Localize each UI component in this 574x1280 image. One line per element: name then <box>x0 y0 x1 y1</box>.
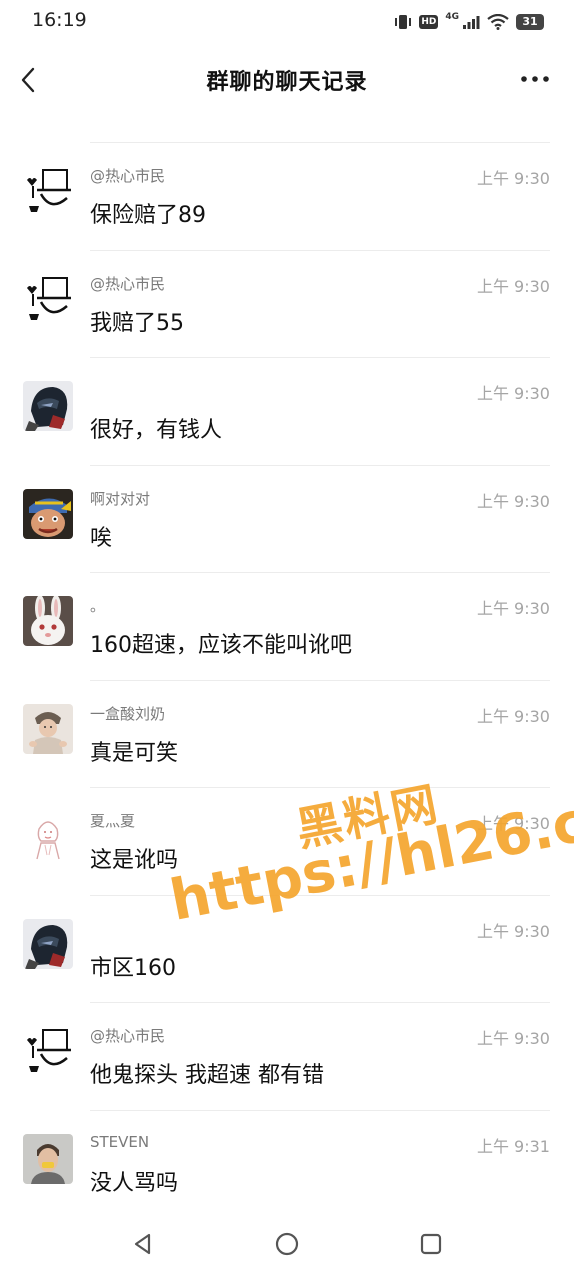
signal-icon <box>463 16 480 29</box>
message-text: 真是可笑 <box>90 740 179 766</box>
hat-doodle-avatar[interactable] <box>23 166 73 216</box>
system-nav-bar <box>0 1210 574 1280</box>
white-rabbit-avatar[interactable] <box>23 596 73 646</box>
sender-name: 一盒酸刘奶 <box>90 704 166 723</box>
message-text: 保险赔了89 <box>90 203 206 228</box>
message-item[interactable]: 啊对对对 上午 9:30 唉 <box>0 466 574 573</box>
status-time: 16:19 <box>32 9 87 31</box>
armored-warrior-avatar[interactable] <box>23 918 73 969</box>
message-text: 他鬼探头 我超速 都有错 <box>90 1063 324 1088</box>
message-text: 我赔了55 <box>90 310 184 336</box>
message-time: 上午 9:30 <box>476 491 550 511</box>
sender-name: 夏灬夏 <box>90 812 136 830</box>
status-icons: HD 4G 31 <box>394 12 544 32</box>
message-item[interactable]: @热心市民 上午 9:30 我赔了55 <box>0 251 574 358</box>
hat-doodle-avatar[interactable] <box>23 273 73 324</box>
message-time: 上午 9:30 <box>476 1029 550 1048</box>
message-time: 上午 9:30 <box>476 169 550 188</box>
message-list[interactable]: @热心市民 上午 9:30 保险赔了89 @热心市民 上午 9:30 我赔了55 <box>0 143 574 1218</box>
hat-doodle-avatar[interactable] <box>23 1026 73 1076</box>
cartoon-pirate-avatar[interactable] <box>23 488 73 539</box>
message-item[interactable]: 上午 9:30 很好，有钱人 <box>0 358 574 466</box>
sender-name: @热心市民 <box>90 167 166 185</box>
message-time: 上午 9:30 <box>476 706 550 726</box>
sender-name: @热心市民 <box>90 1027 166 1045</box>
nav-home-icon[interactable] <box>273 1230 301 1258</box>
vibrate-icon <box>395 15 412 29</box>
message-text: 市区160 <box>90 955 176 981</box>
message-text: 没人骂吗 <box>90 1170 179 1196</box>
boy-portrait-avatar[interactable] <box>23 1133 73 1184</box>
status-bar: 16:19 HD 4G 31 <box>0 0 574 44</box>
sender-name: 啊对对对 <box>90 489 151 508</box>
nav-back-icon[interactable] <box>129 1230 157 1258</box>
page-title: 群聊的聊天记录 <box>206 70 368 95</box>
message-item[interactable]: @热心市民 上午 9:30 保险赔了89 <box>0 143 574 251</box>
message-time: 上午 9:31 <box>476 1136 550 1156</box>
sketch-girl-avatar[interactable] <box>23 811 73 861</box>
hd-icon: HD <box>419 15 439 29</box>
nav-recents-icon[interactable] <box>417 1230 445 1258</box>
sender-name: @热心市民 <box>90 274 166 293</box>
message-time: 上午 9:30 <box>476 599 550 618</box>
message-time: 上午 9:30 <box>476 921 550 941</box>
message-text: 很好，有钱人 <box>90 418 223 443</box>
message-time: 上午 9:30 <box>476 384 550 403</box>
wifi-icon <box>487 14 509 30</box>
message-time: 上午 9:30 <box>476 276 550 296</box>
message-item[interactable]: STEVEN 上午 9:31 没人骂吗 <box>0 1111 574 1219</box>
chat-header: 群聊的聊天记录 <box>0 50 574 110</box>
armored-warrior-avatar[interactable] <box>23 381 73 431</box>
message-text: 160超速，应该不能叫讹吧 <box>90 633 352 658</box>
message-text: 唉 <box>90 525 113 551</box>
sender-name: 。 <box>90 597 106 615</box>
battery-icon: 31 <box>516 14 544 30</box>
more-options-icon[interactable] <box>520 74 550 84</box>
baby-photo-avatar[interactable] <box>23 703 73 754</box>
message-item[interactable]: 一盒酸刘奶 上午 9:30 真是可笑 <box>0 681 574 788</box>
sender-name: STEVEN <box>90 1132 150 1151</box>
network-type-label: 4G <box>445 12 459 22</box>
message-item[interactable]: @热心市民 上午 9:30 他鬼探头 我超速 都有错 <box>0 1003 574 1111</box>
message-item[interactable]: 。 上午 9:30 160超速，应该不能叫讹吧 <box>0 573 574 681</box>
